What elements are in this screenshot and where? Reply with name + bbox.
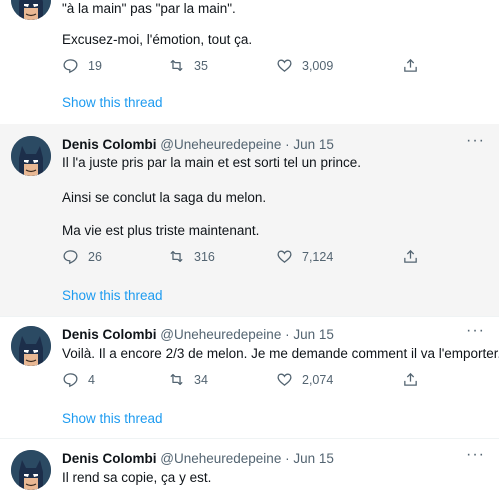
tweet-header: Denis Colombi @Uneheuredepeine · Jun 15 — [62, 451, 334, 466]
share-icon — [404, 249, 417, 263]
tweet-3[interactable]: Denis Colombi @Uneheuredepeine · Jun 15 … — [0, 316, 499, 439]
batman-avatar-icon — [11, 136, 51, 176]
share-icon — [404, 58, 417, 72]
like-icon — [277, 373, 292, 386]
reply-button[interactable]: 26 — [62, 248, 102, 265]
batman-avatar-icon — [11, 0, 51, 20]
retweet-count: 34 — [194, 372, 208, 387]
more-options-icon[interactable]: ··· — [466, 132, 485, 150]
reply-count: 19 — [88, 58, 102, 73]
like-icon — [277, 59, 292, 72]
like-count: 7,124 — [302, 249, 334, 264]
like-icon — [277, 250, 292, 263]
reply-button[interactable]: 19 — [62, 57, 102, 74]
avatar[interactable] — [11, 136, 51, 176]
tweet-text-line: Ainsi se conclut la saga du melon. — [62, 190, 267, 205]
author-name[interactable]: Denis Colombi — [62, 451, 157, 466]
show-thread-link[interactable]: Show this thread — [62, 288, 163, 303]
like-button[interactable]: 7,124 — [276, 248, 333, 265]
more-options-icon[interactable]: ··· — [466, 322, 485, 340]
like-count: 3,009 — [302, 58, 334, 73]
tweet-text-line: "à la main" pas "par la main". — [62, 1, 236, 16]
author-handle[interactable]: @Uneheuredepeine — [160, 137, 281, 152]
reply-icon — [63, 59, 78, 74]
retweet-icon — [170, 250, 183, 263]
share-button[interactable] — [402, 248, 428, 265]
show-thread-link[interactable]: Show this thread — [62, 95, 163, 110]
tweet-actions: 19 35 3,009 — [62, 57, 422, 77]
tweet-text-line: Ma vie est plus triste maintenant. — [62, 223, 260, 238]
batman-avatar-icon — [11, 450, 51, 490]
retweet-count: 35 — [194, 58, 208, 73]
avatar[interactable] — [11, 0, 51, 20]
tweet-date[interactable]: Jun 15 — [293, 137, 334, 152]
tweet-2[interactable]: Denis Colombi @Uneheuredepeine · Jun 15 … — [0, 124, 499, 317]
retweet-icon — [170, 59, 183, 72]
tweet-text-line: Excusez-moi, l'émotion, tout ça. — [62, 32, 253, 47]
batman-avatar-icon — [11, 326, 51, 366]
tweet-date[interactable]: Jun 15 — [293, 451, 334, 466]
retweet-button[interactable]: 316 — [168, 248, 215, 265]
avatar[interactable] — [11, 326, 51, 366]
like-button[interactable]: 3,009 — [276, 57, 333, 74]
tweet-actions: 26 316 7,124 — [62, 248, 422, 268]
retweet-icon — [170, 373, 183, 386]
author-handle[interactable]: @Uneheuredepeine — [160, 327, 281, 342]
tweet-header: Denis Colombi @Uneheuredepeine · Jun 15 — [62, 137, 334, 152]
tweet-date[interactable]: Jun 15 — [293, 327, 334, 342]
author-name[interactable]: Denis Colombi — [62, 137, 157, 152]
reply-icon — [63, 373, 78, 388]
author-handle[interactable]: @Uneheuredepeine — [160, 451, 281, 466]
tweet-4[interactable]: Denis Colombi @Uneheuredepeine · Jun 15 … — [0, 438, 499, 494]
like-button[interactable]: 2,074 — [276, 371, 333, 388]
tweet-header: Denis Colombi @Uneheuredepeine · Jun 15 — [62, 327, 334, 342]
share-icon — [404, 372, 417, 386]
share-button[interactable] — [402, 57, 428, 74]
tweet-text-line: Il l'a juste pris par la main et est sor… — [62, 155, 361, 170]
share-button[interactable] — [402, 371, 428, 388]
more-options-icon[interactable]: ··· — [466, 446, 485, 464]
separator-dot: · — [285, 137, 290, 152]
avatar[interactable] — [11, 450, 51, 490]
author-name[interactable]: Denis Colombi — [62, 327, 157, 342]
like-count: 2,074 — [302, 372, 334, 387]
retweet-count: 316 — [194, 249, 215, 264]
show-thread-link[interactable]: Show this thread — [62, 411, 163, 426]
tweet-actions: 4 34 2,074 — [62, 371, 422, 391]
tweet-1[interactable]: "à la main" pas "par la main". Excusez-m… — [0, 0, 499, 125]
tweet-text-line: Il rend sa copie, ça y est. — [62, 470, 212, 485]
separator-dot: · — [285, 327, 290, 342]
reply-button[interactable]: 4 — [62, 371, 95, 388]
reply-count: 4 — [88, 372, 95, 387]
retweet-button[interactable]: 34 — [168, 371, 208, 388]
reply-icon — [63, 250, 78, 265]
reply-count: 26 — [88, 249, 102, 264]
separator-dot: · — [285, 451, 290, 466]
tweet-text-line: Voilà. Il a encore 2/3 de melon. Je me d… — [62, 346, 499, 361]
retweet-button[interactable]: 35 — [168, 57, 208, 74]
